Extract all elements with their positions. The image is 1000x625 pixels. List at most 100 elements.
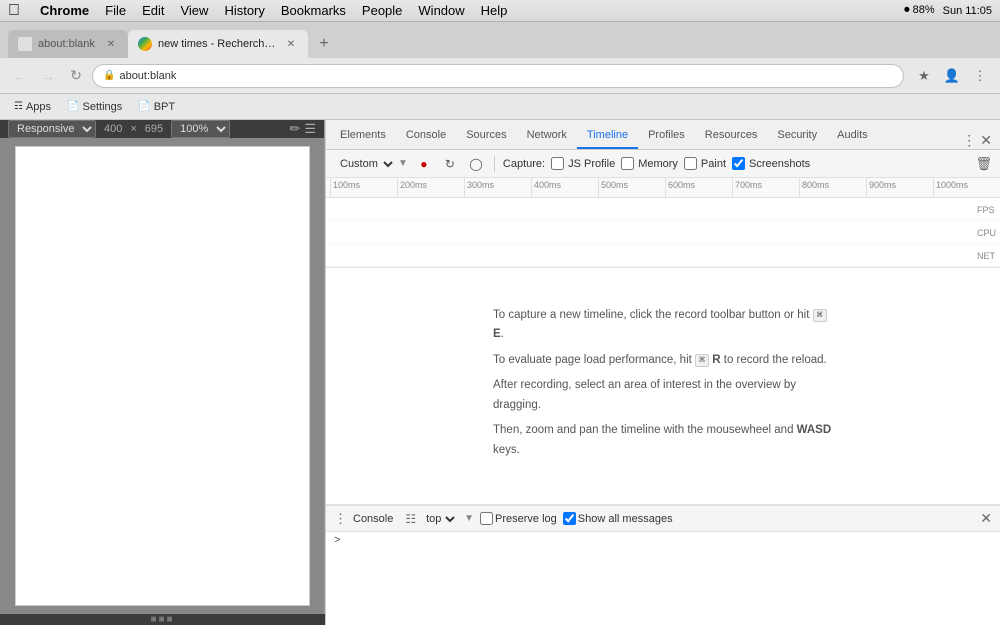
menu-file[interactable]: File [105, 3, 126, 18]
tab-0-close[interactable]: ✕ [104, 37, 118, 51]
js-profile-checkbox-label[interactable]: JS Profile [551, 157, 615, 170]
screenshots-label: Screenshots [749, 158, 810, 170]
responsive-icon-1[interactable]: ✏ [289, 121, 300, 137]
menu-people[interactable]: People [362, 3, 402, 18]
tab-profiles[interactable]: Profiles [638, 123, 695, 149]
console-context-select[interactable]: top [422, 512, 458, 526]
bookmark-bpt[interactable]: 📄 BPT [132, 99, 181, 115]
tab-sources[interactable]: Sources [456, 123, 516, 149]
forward-button[interactable]: → [36, 64, 60, 88]
console-toolbar: ⋮ Console ☷ top ▼ Preserve log Show all … [326, 506, 1000, 532]
tab-security[interactable]: Security [767, 123, 827, 149]
apple-menu[interactable]:  [8, 2, 20, 20]
console-prompt-line: > [334, 534, 992, 546]
tab-1-title: new times - Recherche G... [158, 38, 278, 50]
screenshots-checkbox-label[interactable]: Screenshots [732, 157, 810, 170]
tab-1-close[interactable]: ✕ [284, 37, 298, 51]
ruler-ticks: 100ms 200ms 300ms 400ms 500ms 600ms 700m… [330, 178, 1000, 198]
bookmark-bpt-label: BPT [154, 101, 175, 113]
menu-edit[interactable]: Edit [142, 3, 164, 18]
tab-0[interactable]: about:blank ✕ [8, 30, 128, 58]
ruler-tick-100: 100ms [330, 178, 397, 198]
timeline-hint-1: To capture a new timeline, click the rec… [493, 306, 833, 345]
tab-elements[interactable]: Elements [330, 123, 396, 149]
menu-history[interactable]: History [224, 3, 264, 18]
bookmark-apps-label: Apps [26, 101, 51, 113]
preserve-log-label[interactable]: Preserve log [480, 512, 557, 525]
devtools-more-icon[interactable]: ⋮ [962, 132, 976, 149]
tab-1[interactable]: new times - Recherche G... ✕ [128, 30, 308, 58]
tab-timeline[interactable]: Timeline [577, 123, 638, 149]
lock-icon: 🔒 [103, 70, 115, 81]
menu-help[interactable]: Help [481, 3, 508, 18]
memory-checkbox[interactable] [621, 157, 634, 170]
console-title: Console [353, 513, 393, 525]
console-close-button[interactable]: ✕ [980, 510, 992, 527]
back-button[interactable]: ← [8, 64, 32, 88]
address-bar[interactable]: 🔒 about:blank [92, 64, 904, 88]
js-profile-checkbox[interactable] [551, 157, 564, 170]
console-area: ⋮ Console ☷ top ▼ Preserve log Show all … [326, 505, 1000, 625]
refresh-button[interactable]: ↻ [64, 64, 88, 88]
ruler-tick-200: 200ms [397, 178, 464, 198]
bookmark-star-button[interactable]: ★ [912, 64, 936, 88]
menu-bookmarks[interactable]: Bookmarks [281, 3, 346, 18]
timeline-empty-message: To capture a new timeline, click the rec… [493, 306, 833, 467]
timeline-preset-select[interactable]: Custom [334, 157, 396, 171]
bookmark-settings[interactable]: 📄 Settings [61, 99, 128, 115]
bookmark-apps[interactable]: ☶ Apps [8, 99, 57, 115]
tab-bar: about:blank ✕ new times - Recherche G...… [0, 22, 1000, 58]
viewport-area: Responsive 400 × 695 100% ✏ ☰ ■■■ [0, 120, 325, 625]
timeline-main: To capture a new timeline, click the rec… [326, 268, 1000, 505]
console-content[interactable]: > [326, 532, 1000, 625]
zoom-select[interactable]: 100% [171, 120, 230, 138]
tab-resources[interactable]: Resources [695, 123, 768, 149]
console-filter-icon[interactable]: ☷ [405, 512, 416, 526]
viewport-width: 400 [104, 123, 122, 135]
show-all-messages-text: Show all messages [578, 513, 673, 525]
nav-right-icons: ★ 👤 ⋮ [912, 64, 992, 88]
trash-icon[interactable]: 🗑 [975, 156, 992, 172]
screenshots-checkbox[interactable] [732, 157, 745, 170]
record-button[interactable]: ● [414, 154, 434, 174]
devtools-panel: Elements Console Sources Network Timelin… [325, 120, 1000, 625]
viewport-x-separator: × [130, 123, 136, 135]
responsive-icon-2[interactable]: ☰ [304, 121, 316, 137]
resize-handle[interactable]: ■■■ [0, 614, 325, 625]
paint-checkbox[interactable] [684, 157, 697, 170]
record-reload-button[interactable]: ↻ [440, 154, 460, 174]
cpu-label: CPU [977, 228, 996, 238]
tab-0-title: about:blank [38, 38, 98, 50]
ruler-tick-300: 300ms [464, 178, 531, 198]
clear-button[interactable]: ◯ [466, 154, 486, 174]
ruler-tick-700: 700ms [732, 178, 799, 198]
show-all-messages-checkbox[interactable] [563, 512, 576, 525]
new-tab-button[interactable]: + [310, 30, 338, 58]
preserve-log-checkbox[interactable] [480, 512, 493, 525]
tab-network[interactable]: Network [517, 123, 577, 149]
bpt-icon: 📄 [138, 101, 150, 112]
menu-window[interactable]: Window [418, 3, 464, 18]
console-three-dots-icon[interactable]: ⋮ [334, 511, 347, 527]
timeline-ruler: 100ms 200ms 300ms 400ms 500ms 600ms 700m… [326, 178, 1000, 198]
tab-audits[interactable]: Audits [827, 123, 878, 149]
menu-bar:  Chrome File Edit View History Bookmark… [0, 0, 1000, 22]
paint-checkbox-label[interactable]: Paint [684, 157, 726, 170]
content-area: Responsive 400 × 695 100% ✏ ☰ ■■■ [0, 120, 1000, 625]
menu-chrome[interactable]: Chrome [40, 3, 89, 18]
menu-button[interactable]: ⋮ [968, 64, 992, 88]
show-all-messages-label[interactable]: Show all messages [563, 512, 673, 525]
memory-checkbox-label[interactable]: Memory [621, 157, 678, 170]
viewport-content [0, 138, 324, 614]
tab-console[interactable]: Console [396, 123, 456, 149]
responsive-toolbar: Responsive 400 × 695 100% ✏ ☰ [0, 120, 324, 138]
toolbar-separator [494, 156, 495, 172]
js-profile-label: JS Profile [568, 158, 615, 170]
responsive-preset-select[interactable]: Responsive [8, 120, 96, 138]
paint-label: Paint [701, 158, 726, 170]
devtools-close-icon[interactable]: ✕ [980, 132, 992, 149]
profile-button[interactable]: 👤 [940, 64, 964, 88]
timeline-graph-content[interactable] [326, 198, 1000, 267]
menu-view[interactable]: View [180, 3, 208, 18]
net-label: NET [977, 251, 996, 261]
